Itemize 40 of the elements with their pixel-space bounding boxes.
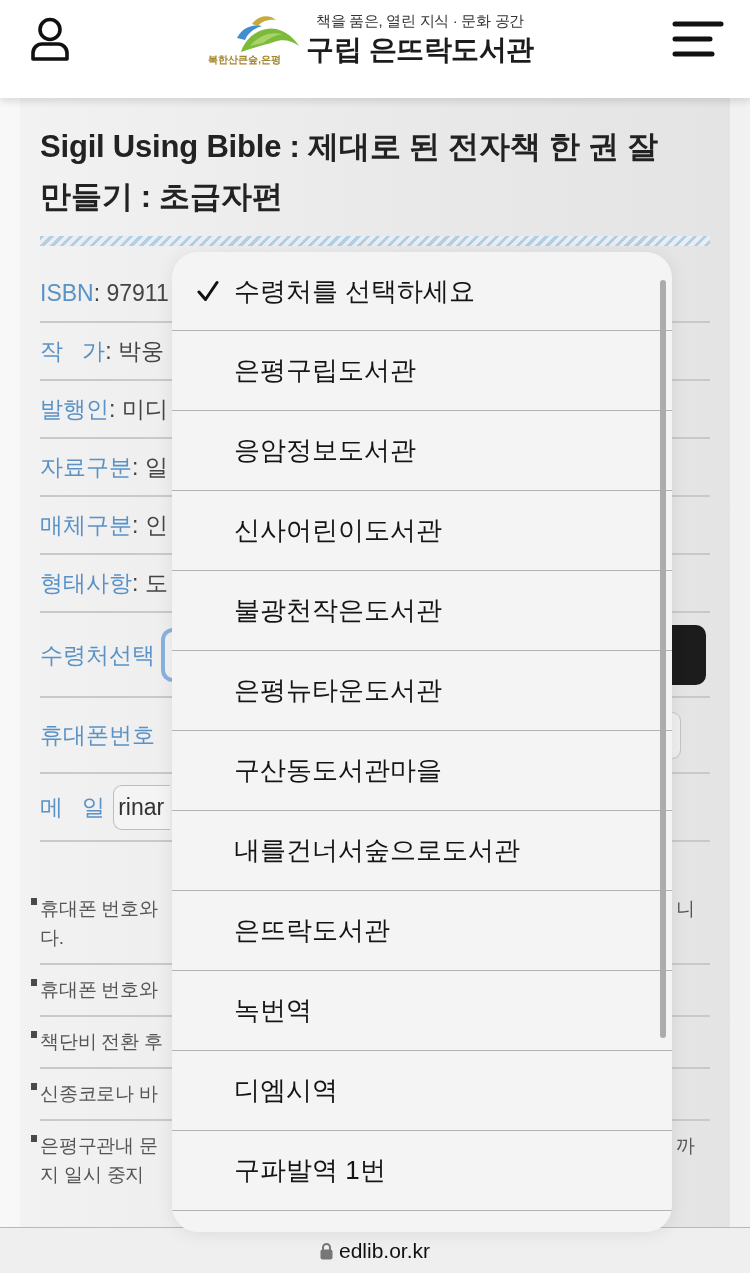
menu-icon[interactable] bbox=[672, 21, 724, 57]
notice-text: 까 bbox=[676, 1134, 696, 1158]
bullet-icon bbox=[31, 1083, 37, 1090]
bullet-icon bbox=[31, 898, 37, 905]
site-title[interactable]: 구립 은뜨락도서관 bbox=[306, 33, 534, 67]
notice-text: 휴대폰 번호와 bbox=[40, 978, 158, 1002]
field-label: 자료구분 bbox=[40, 453, 132, 481]
field-label: 수령처선택 bbox=[40, 640, 155, 669]
field-value: : 박웅 bbox=[105, 337, 164, 365]
field-value: : 97911 bbox=[93, 279, 169, 307]
notice-text: 휴대폰 번호와 다. bbox=[40, 897, 158, 950]
field-label: 발행인 bbox=[40, 395, 109, 423]
bullet-icon bbox=[31, 979, 37, 986]
select-field[interactable] bbox=[161, 627, 173, 682]
menu-option[interactable]: 구파발역 1번 bbox=[172, 1131, 672, 1211]
field-label: 작 가 bbox=[40, 337, 106, 365]
notice-text: 책단비 전환 후 bbox=[40, 1030, 163, 1054]
notice-text: 은평구관내 문 지 일시 중지 bbox=[40, 1134, 158, 1187]
logo-slogan: 북한산큰숲,은평 bbox=[208, 54, 282, 66]
field-value: : 일 bbox=[132, 453, 168, 481]
bullet-icon bbox=[31, 1135, 37, 1142]
field-label: ISBN bbox=[40, 279, 94, 307]
email-field[interactable]: rinar bbox=[113, 784, 171, 830]
field-value: : 인 bbox=[132, 511, 168, 539]
book-title: Sigil Using Bible : 제대로 된 전자책 한 권 잘 만들기 : 초급자편 bbox=[40, 128, 660, 216]
notice-text: 니 bbox=[676, 897, 696, 921]
field-label: 메 일 bbox=[40, 793, 106, 821]
field-label: 휴대폰번호 bbox=[40, 721, 155, 749]
site-tagline: 책을 품은, 열린 지식 · 문화 공간 bbox=[315, 11, 525, 31]
action-button[interactable] bbox=[672, 624, 706, 685]
field-label: 형태사항 bbox=[40, 569, 132, 597]
url-text[interactable]: edlib.or.kr bbox=[338, 1238, 430, 1263]
user-icon[interactable] bbox=[30, 17, 70, 61]
menu-option[interactable]: 디엠시역 bbox=[172, 1051, 672, 1131]
field-value: : 미디 bbox=[109, 395, 168, 423]
lock-icon bbox=[319, 1241, 333, 1260]
field-value: : 도 bbox=[132, 569, 168, 597]
bullet-icon bbox=[31, 1031, 37, 1038]
notice-text: 신종코로나 바 bbox=[40, 1082, 158, 1106]
field-label: 매체구분 bbox=[40, 511, 132, 539]
